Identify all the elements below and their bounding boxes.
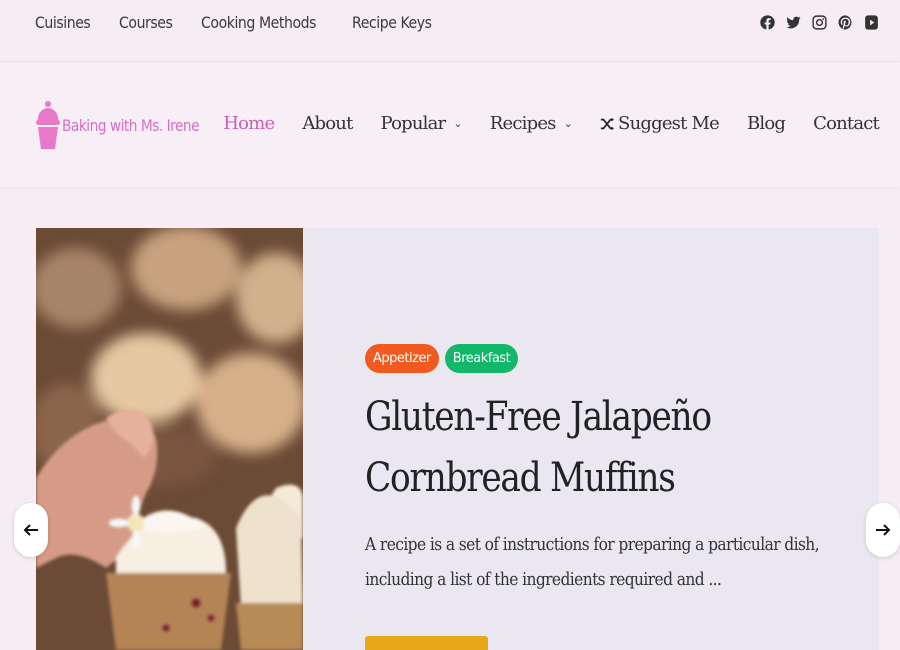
topnav-recipe-keys[interactable]: Recipe Keys [352,13,432,32]
youtube-icon[interactable] [862,13,880,31]
nav-home[interactable]: Home [223,113,275,134]
recipe-excerpt: A recipe is a set of instructions for pr… [365,527,847,597]
site-header: Baking with Ms. Irene Home About Popular… [0,63,900,187]
chevron-down-icon: ⌄ [453,117,462,130]
read-more-button[interactable] [365,636,488,650]
recipe-excerpt-line-2: including a list of the ingredients requ… [365,569,722,590]
topnav-cooking-methods[interactable]: Cooking Methods [201,13,316,32]
site-logo[interactable]: Baking with Ms. Irene [35,99,221,151]
nav-contact-label: Contact [813,113,880,134]
nav-suggest-me[interactable]: Suggest Me [600,113,720,134]
featured-recipe-slide: Appetizer Breakfast Gluten-Free Jalapeño… [36,228,879,650]
recipe-excerpt-line-1: A recipe is a set of instructions for pr… [365,534,820,555]
shuffle-icon [600,117,615,130]
arrow-left-icon [23,524,38,536]
chevron-down-icon: ⌄ [563,117,573,130]
secondary-nav: Cuisines Courses Cooking Methods Recipe … [35,13,443,32]
recipe-title-line-1: Gluten-Free Jalapeño [365,394,712,440]
cupcake-icon [36,101,60,149]
arrow-right-icon [876,524,891,536]
slider-prev-button[interactable] [14,503,48,557]
nav-contact[interactable]: Contact [813,113,880,134]
recipe-title-line-2: Cornbread Muffins [365,455,676,501]
slide-content: Appetizer Breakfast Gluten-Free Jalapeño… [365,344,845,597]
topnav-cuisines[interactable]: Cuisines [35,13,91,32]
nav-popular-label: Popular [380,113,447,134]
nav-recipes-label: Recipes [489,113,557,134]
nav-recipes[interactable]: Recipes ⌄ [489,113,573,134]
nav-blog-label: Blog [746,113,786,134]
nav-suggest-me-label: Suggest Me [618,113,720,134]
main-nav: Home About Popular ⌄ Recipes ⌄ Suggest Me … [195,113,880,134]
top-bar: Cuisines Courses Cooking Methods Recipe … [0,0,900,62]
slider-next-button[interactable] [866,503,900,557]
nav-home-label: Home [223,113,275,134]
tag-breakfast[interactable]: Breakfast [444,344,519,373]
facebook-icon[interactable] [758,13,776,31]
instagram-icon[interactable] [810,13,828,31]
recipe-photo[interactable] [36,228,303,650]
twitter-icon[interactable] [784,13,802,31]
nav-about-label: About [302,113,353,134]
nav-about[interactable]: About [302,113,353,134]
nav-popular[interactable]: Popular ⌄ [380,113,463,134]
tag-appetizer[interactable]: Appetizer [365,344,439,373]
topnav-courses[interactable]: Courses [119,13,173,32]
social-links [758,13,880,31]
logo-text: Baking with Ms. Irene [62,115,200,135]
nav-blog[interactable]: Blog [746,113,786,134]
category-tags: Appetizer Breakfast [365,344,845,373]
pinterest-icon[interactable] [836,13,854,31]
recipe-title[interactable]: Gluten-Free Jalapeño Cornbread Muffins [365,387,847,509]
